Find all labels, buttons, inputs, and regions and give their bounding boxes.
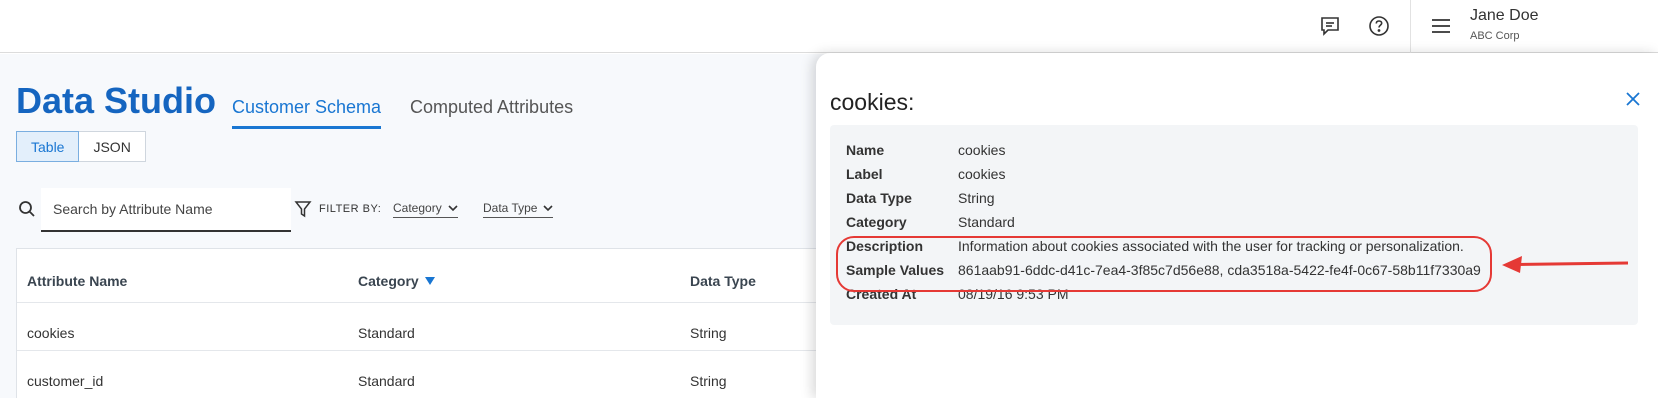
- data-type-value: String: [958, 190, 995, 206]
- table-cell-category: Standard: [358, 325, 415, 341]
- topbar-divider: [1410, 0, 1411, 53]
- tab-computed-attributes[interactable]: Computed Attributes: [410, 97, 573, 126]
- chevron-down-icon: [448, 204, 458, 211]
- table-cell-attribute-name[interactable]: cookies: [27, 325, 74, 341]
- name-label: Name: [846, 142, 885, 158]
- page-title: Data Studio: [16, 80, 217, 121]
- column-header-label: Category: [358, 273, 419, 289]
- table-view-button[interactable]: Table: [16, 131, 80, 162]
- chevron-down-icon: [543, 204, 554, 211]
- data-type-filter-label: Data Type: [483, 201, 538, 215]
- column-header-label: Attribute Name: [27, 273, 128, 289]
- user-org: ABC Corp: [1470, 30, 1520, 42]
- category-filter-dropdown[interactable]: Category: [393, 201, 458, 218]
- annotation-arrow-icon: [1500, 252, 1630, 281]
- attribute-detail-panel: cookies: Name cookies Label cookies Data…: [816, 53, 1658, 398]
- category-value: Standard: [958, 214, 1015, 230]
- category-label: Category: [846, 214, 907, 230]
- sort-descending-icon: [424, 277, 435, 285]
- search-input[interactable]: [41, 188, 291, 232]
- column-header-category[interactable]: Category: [358, 273, 435, 289]
- filter-by-label: FILTER BY:: [319, 203, 382, 215]
- attributes-table: Attribute Name Category Data Type cookie…: [16, 248, 917, 398]
- column-header-attribute-name[interactable]: Attribute Name: [27, 273, 127, 289]
- row-divider: [17, 350, 917, 351]
- panel-title: cookies:: [830, 89, 915, 115]
- close-icon[interactable]: [1622, 88, 1644, 110]
- table-cell-data-type: String: [690, 325, 727, 341]
- tab-customer-schema[interactable]: Customer Schema: [232, 97, 382, 129]
- search-icon: [18, 200, 36, 223]
- user-name[interactable]: Jane Doe: [1470, 7, 1539, 25]
- top-bar: Jane Doe ABC Corp: [0, 0, 1658, 53]
- menu-icon[interactable]: [1428, 13, 1454, 39]
- label-value: cookies: [958, 166, 1006, 182]
- category-filter-label: Category: [393, 201, 442, 215]
- data-type-filter-dropdown[interactable]: Data Type: [483, 201, 554, 218]
- json-view-button[interactable]: JSON: [79, 131, 146, 162]
- table-cell-attribute-name[interactable]: customer_id: [27, 373, 103, 389]
- chat-icon[interactable]: [1317, 13, 1343, 39]
- filter-icon: [294, 200, 312, 223]
- column-header-label: Data Type: [690, 273, 756, 289]
- help-icon[interactable]: [1366, 13, 1392, 39]
- annotation-highlight: [836, 236, 1492, 292]
- attribute-details: Name cookies Label cookies Data Type Str…: [830, 125, 1638, 325]
- label-label: Label: [846, 166, 883, 182]
- row-divider: [17, 302, 917, 303]
- table-cell-data-type: String: [690, 373, 727, 389]
- table-cell-category: Standard: [358, 373, 415, 389]
- column-header-data-type[interactable]: Data Type: [690, 273, 756, 289]
- data-type-label: Data Type: [846, 190, 912, 206]
- view-toggle: Table JSON: [16, 131, 146, 162]
- name-value: cookies: [958, 142, 1006, 158]
